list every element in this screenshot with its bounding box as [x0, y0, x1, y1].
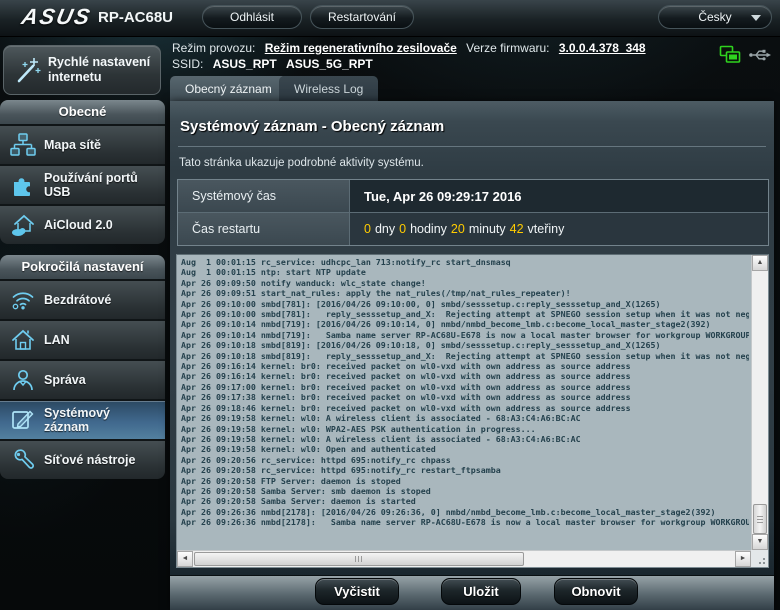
- system-info-table: Systémový čas Tue, Apr 26 09:29:17 2016 …: [177, 179, 769, 246]
- asus-logo: ASUS: [19, 4, 94, 30]
- sidebar-item-lan[interactable]: LAN: [0, 321, 165, 361]
- language-selector[interactable]: Česky: [658, 5, 772, 29]
- sidebar-item-label: Používání portů USB: [44, 166, 158, 204]
- mode-label: Režim provozu:: [172, 41, 255, 55]
- language-label: Česky: [698, 10, 731, 24]
- router-admin-page: ASUS RP-AC68U Odhlásit Restartování Česk…: [0, 0, 780, 610]
- tab-general-log[interactable]: Obecný záznam: [170, 76, 287, 101]
- uptime-minutes: 20: [451, 222, 465, 236]
- uptime-seconds-unit: vteřiny: [528, 222, 565, 236]
- hardware-status-icons: [719, 45, 772, 65]
- sidebar-item-label: Bezdrátové: [44, 281, 158, 319]
- tab-wireless-log[interactable]: Wireless Log: [279, 76, 378, 101]
- house-icon: [10, 327, 36, 353]
- status-row-mode: Režim provozu: Režim regenerativního zes…: [172, 41, 646, 55]
- quick-setup-label: Rychlé nastavení internetu: [48, 55, 158, 85]
- sidebar-item-wireless[interactable]: Bezdrátové: [0, 281, 165, 321]
- wifi-icon: [10, 287, 36, 313]
- horizontal-scroll-thumb[interactable]: [194, 552, 524, 566]
- table-row-system-time: Systémový čas Tue, Apr 26 09:29:17 2016: [178, 180, 768, 212]
- title-divider: [178, 146, 766, 147]
- scroll-right-icon[interactable]: ►: [735, 551, 751, 567]
- uptime-label: Čas restartu: [178, 213, 350, 245]
- system-time-label: Systémový čas: [178, 180, 350, 212]
- ssid-label: SSID:: [172, 57, 203, 71]
- firmware-label: Verze firmwaru:: [466, 41, 549, 55]
- vertical-scroll-thumb[interactable]: [753, 504, 767, 534]
- uptime-hours: 0: [399, 222, 406, 236]
- firmware-link[interactable]: 3.0.0.4.378_348: [559, 41, 646, 55]
- top-bar: ASUS RP-AC68U Odhlásit Restartování Česk…: [0, 0, 780, 37]
- sidebar-item-administration[interactable]: Správa: [0, 361, 165, 401]
- vertical-scrollbar[interactable]: ▲ ▼: [751, 255, 768, 550]
- uptime-seconds: 42: [510, 222, 524, 236]
- sidebar-item-label: Síťové nástroje: [44, 441, 158, 479]
- uptime-days: 0: [364, 222, 371, 236]
- uptime-minutes-unit: minuty: [469, 222, 506, 236]
- network-map-icon: [10, 132, 36, 158]
- person-icon: [10, 367, 36, 393]
- mode-link[interactable]: Režim regenerativního zesilovače: [265, 41, 457, 55]
- uptime-hours-unit: hodiny: [410, 222, 447, 236]
- logout-button[interactable]: Odhlásit: [202, 5, 302, 29]
- uptime-value: 0 dny 0 hodiny 20 minuty 42 vteřiny: [350, 213, 768, 245]
- scroll-left-icon[interactable]: ◄: [177, 551, 193, 567]
- scroll-down-icon[interactable]: ▼: [752, 534, 768, 550]
- usb-icon: [748, 47, 772, 63]
- section-header-general: Obecné: [0, 100, 165, 126]
- system-log-textarea[interactable]: Aug 1 00:01:15 rc_service: udhcpc_lan 71…: [176, 254, 769, 568]
- model-name: RP-AC68U: [98, 9, 173, 26]
- sidebar-section-general: Obecné Mapa sítě Používání portů USB: [0, 100, 165, 244]
- log-document-icon: [10, 407, 36, 433]
- magic-wand-icon: [12, 56, 42, 86]
- chevron-down-icon: [751, 15, 761, 21]
- save-log-button[interactable]: Uložit: [441, 578, 521, 605]
- reboot-button[interactable]: Restartování: [310, 5, 414, 29]
- horizontal-scrollbar[interactable]: ◄ ►: [177, 550, 751, 567]
- sidebar-item-usb-application[interactable]: Používání portů USB: [0, 166, 165, 206]
- refresh-log-button[interactable]: Obnovit: [554, 578, 638, 605]
- sidebar-item-system-log[interactable]: Systémový záznam: [0, 401, 165, 441]
- wrench-icon: [10, 447, 36, 473]
- page-title: Systémový záznam - Obecný záznam: [180, 118, 444, 135]
- sidebar-item-label: LAN: [44, 321, 158, 359]
- scroll-up-icon[interactable]: ▲: [752, 255, 768, 271]
- ssid-value-5ghz: ASUS_5G_RPT: [286, 57, 373, 71]
- sidebar-item-label: AiCloud 2.0: [44, 206, 158, 244]
- sidebar-section-advanced: Pokročilá nastavení Bezdrátové LAN: [0, 255, 165, 479]
- sidebar-item-network-map[interactable]: Mapa sítě: [0, 126, 165, 166]
- status-row-ssid: SSID: ASUS_RPT ASUS_5G_RPT: [172, 57, 373, 71]
- sidebar-item-quick-internet-setup[interactable]: Rychlé nastavení internetu: [3, 45, 161, 95]
- section-header-advanced: Pokročilá nastavení: [0, 255, 165, 281]
- system-time-value: Tue, Apr 26 09:29:17 2016: [350, 180, 768, 212]
- ssid-value-24ghz: ASUS_RPT: [213, 57, 277, 71]
- content-panel: Systémový záznam - Obecný záznam Tato st…: [170, 101, 774, 610]
- sidebar-item-aicloud[interactable]: AiCloud 2.0: [0, 206, 165, 244]
- page-description: Tato stránka ukazuje podrobné aktivity s…: [179, 157, 424, 169]
- lan-clients-icon[interactable]: [719, 45, 741, 65]
- table-row-uptime: Čas restartu 0 dny 0 hodiny 20 minuty 42…: [178, 212, 768, 245]
- sidebar-item-label: Mapa sítě: [44, 126, 158, 164]
- sidebar-item-label: Systémový záznam: [44, 401, 158, 439]
- sidebar-item-network-tools[interactable]: Síťové nástroje: [0, 441, 165, 479]
- uptime-days-unit: dny: [375, 222, 395, 236]
- sidebar-item-label: Správa: [44, 361, 158, 399]
- log-text[interactable]: Aug 1 00:01:15 rc_service: udhcpc_lan 71…: [181, 257, 749, 548]
- usb-app-puzzle-icon: [10, 172, 36, 198]
- resize-grip-icon[interactable]: [751, 550, 768, 567]
- clear-log-button[interactable]: Vyčistit: [315, 578, 399, 605]
- cloud-home-icon: [10, 212, 37, 238]
